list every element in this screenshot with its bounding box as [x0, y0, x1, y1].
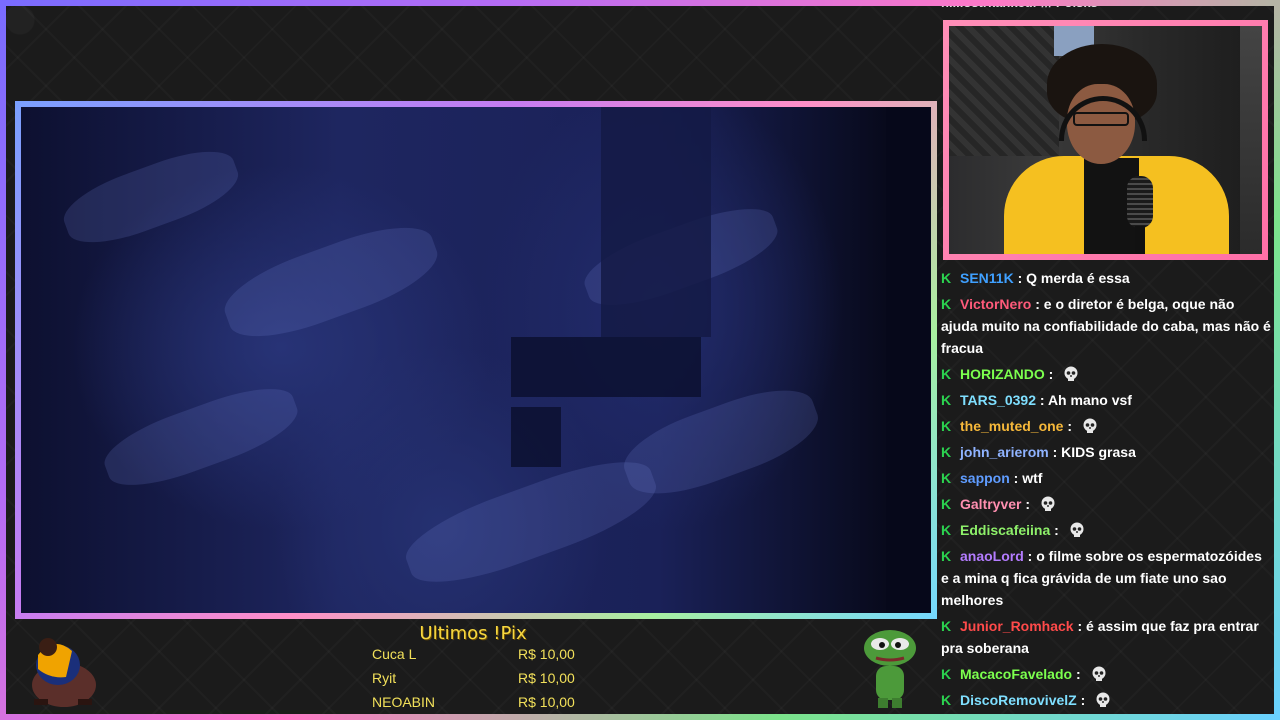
chat-message: K Junior_Romhack : é assim que faz pra en… [941, 615, 1273, 659]
pix-donation-value: R$ 10,00 [518, 646, 575, 662]
chat-message: K Eddiscafeiina : [941, 519, 1273, 541]
chat-text: wtf [1022, 470, 1043, 486]
chat-username[interactable]: anaoLord [960, 548, 1024, 564]
chat-separator: : [1073, 618, 1087, 634]
skull-emote-icon [1092, 666, 1106, 681]
chat-separator: : [1076, 692, 1090, 708]
kick-badge-icon: K [941, 418, 952, 434]
kick-badge-icon: K [941, 548, 952, 564]
kick-badge-icon: K [941, 522, 952, 538]
skull-emote-icon [1083, 418, 1097, 433]
kick-badge-icon: K [941, 666, 952, 682]
kick-badge-icon: K [941, 692, 952, 708]
webcam-frame [943, 20, 1268, 260]
chat-overflow-message: ni...ostrkankeur /// Polsks [941, 0, 1098, 10]
chat-panel: K SEN11K : Q merda é essa K VictorNero : e … [941, 265, 1273, 720]
video-player-frame [15, 101, 937, 619]
chat-text: Ah mano vsf [1047, 392, 1132, 408]
chat-username[interactable]: Galtryver [960, 496, 1021, 512]
webcam-feed [949, 26, 1262, 254]
chat-username[interactable]: Eddiscafeiina [960, 522, 1050, 538]
chat-username[interactable]: SEN11K [960, 270, 1014, 286]
chat-separator: : [1063, 418, 1076, 434]
chat-separator: : [1021, 496, 1034, 512]
chat-username[interactable]: HORIZANDO [960, 366, 1045, 382]
chat-separator: : [1031, 296, 1044, 312]
chat-separator: : [1048, 444, 1062, 460]
pix-donor-name: NEOABIN [372, 694, 436, 710]
pix-donation-value: R$ 10,00 [518, 694, 575, 710]
chat-message: KanaoLord : o filme sobre os espermatozó… [941, 545, 1273, 611]
chat-username[interactable]: VictorNero [960, 296, 1031, 312]
pix-donor-name: Ryit [372, 670, 397, 686]
chat-message: K SEN11K : Q merda é essa [941, 267, 1273, 289]
pix-row: Cuca L R$ 10,00 [372, 646, 592, 670]
skull-emote-icon [1041, 496, 1055, 511]
chat-message: K Galtryver : [941, 493, 1273, 515]
chat-username[interactable]: sappon [960, 470, 1010, 486]
mascot-character-icon [32, 638, 96, 707]
pix-row: NEOABIN R$ 10,00 [372, 694, 592, 718]
chat-separator: : [1072, 666, 1085, 682]
chat-separator: : [1044, 366, 1058, 382]
pix-title: Ultimos !Pix [419, 623, 527, 644]
pix-donations-list: Cuca L R$ 10,00 Ryit R$ 10,00 NEOABIN R$… [372, 646, 592, 718]
pepe-frog-icon [864, 630, 916, 708]
chat-separator: : [1036, 392, 1048, 408]
kick-badge-icon: K [941, 366, 952, 382]
chat-message: K TARS_0392 : Ah mano vsf [941, 389, 1273, 411]
kick-badge-icon: K [941, 496, 952, 512]
chat-message: Kthe_muted_one : [941, 415, 1273, 437]
kick-badge-icon: K [941, 392, 952, 408]
chat-message: K MacacoFavelado : [941, 663, 1273, 685]
video-player[interactable] [21, 107, 931, 613]
chat-message: K DiscoRemovivelZ : [941, 689, 1273, 711]
kick-badge-icon: K [941, 270, 952, 286]
kick-badge-icon: K [941, 470, 952, 486]
pix-row: Ryit R$ 10,00 [372, 670, 592, 694]
chat-separator: : [1013, 270, 1027, 286]
chat-message: Ksappon : wtf [941, 467, 1273, 489]
chat-separator: : [1050, 522, 1063, 538]
chat-username[interactable]: MacacoFavelado [960, 666, 1072, 682]
kick-badge-icon: K [941, 296, 952, 312]
chat-separator: : [1023, 548, 1037, 564]
kick-badge-icon: K [941, 444, 952, 460]
chat-text: KIDS grasa [1061, 444, 1136, 460]
pix-donation-value: R$ 10,00 [518, 670, 575, 686]
chat-username[interactable]: the_muted_one [960, 418, 1063, 434]
chat-text: Q merda é essa [1026, 270, 1130, 286]
chat-message: K HORIZANDO : [941, 363, 1273, 385]
chat-username[interactable]: DiscoRemovivelZ [960, 692, 1077, 708]
chat-separator: : [1009, 470, 1023, 486]
chat-message: Kjohn_arierom : KIDS grasa [941, 441, 1273, 463]
chat-username[interactable]: john_arierom [960, 444, 1049, 460]
skull-emote-icon [1064, 366, 1078, 381]
pix-donor-name: Cuca L [372, 646, 417, 662]
skull-emote-icon [1096, 692, 1110, 707]
chat-message: K VictorNero : e o diretor é belga, oque … [941, 293, 1273, 359]
chat-username[interactable]: TARS_0392 [960, 392, 1036, 408]
chat-username[interactable]: Junior_Romhack [960, 618, 1074, 634]
skull-emote-icon [1070, 522, 1084, 537]
kick-badge-icon: K [941, 618, 952, 634]
